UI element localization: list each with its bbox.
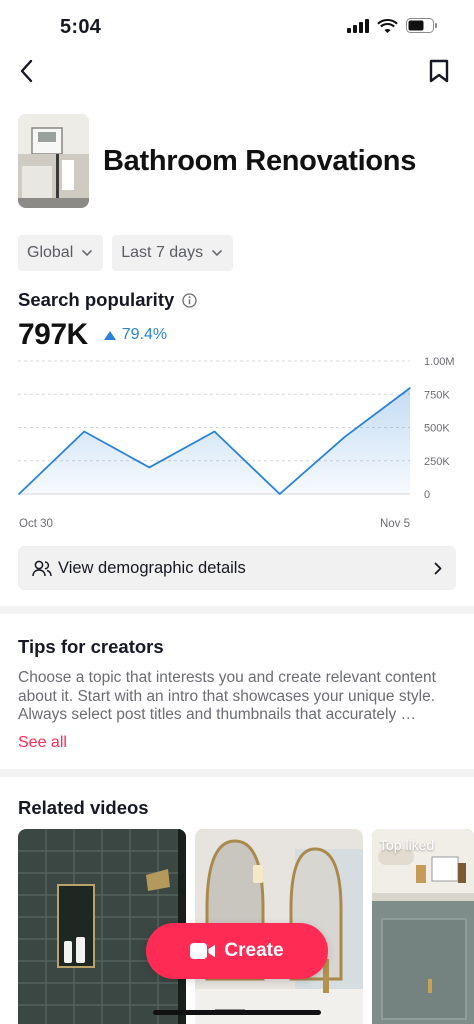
chart-data-point (83, 430, 85, 433)
region-filter-label: Global (27, 244, 74, 261)
chart-data-point (344, 436, 346, 438)
topic-thumbnail (18, 114, 89, 208)
popularity-chart: 1.00M 750K 500K 250K 0 Oct 30 Nov 5 (18, 356, 455, 530)
video-thumbnail[interactable]: Top liked (372, 829, 474, 1024)
battery-icon (406, 18, 437, 33)
y-tick-label: 500K (424, 423, 450, 435)
wifi-icon (377, 19, 398, 33)
popularity-value: 797K (18, 318, 88, 351)
date-range-filter-label: Last 7 days (121, 244, 204, 261)
top-liked-badge: Top liked (379, 837, 435, 853)
status-time: 5:04 (60, 16, 102, 38)
chart-data-point (409, 387, 411, 389)
trend-up-icon (103, 330, 116, 340)
create-button-label: Create (224, 940, 284, 961)
topic-header: Bathroom Renovations (18, 114, 416, 208)
page-title: Bathroom Renovations (103, 144, 417, 177)
y-tick-label: 250K (424, 456, 450, 468)
x-tick-label: Oct 30 (19, 518, 53, 530)
video-camera-icon (190, 943, 216, 959)
y-tick-label: 1.00M (424, 356, 455, 368)
status-icons (347, 18, 438, 33)
date-range-filter[interactable]: Last 7 days (112, 235, 234, 271)
tips-body: Choose a topic that interests you and cr… (18, 669, 436, 723)
users-icon (32, 560, 52, 576)
x-tick-label: Nov 5 (380, 518, 410, 530)
create-button[interactable]: Create (146, 923, 328, 979)
search-popularity-title: Search popularity (18, 289, 175, 310)
chevron-down-icon (82, 250, 93, 256)
bookmark-button[interactable] (424, 56, 454, 86)
info-icon[interactable] (182, 292, 197, 308)
popularity-change-value: 79.4% (121, 326, 168, 343)
chevron-down-icon (212, 250, 222, 256)
view-demographics-button[interactable]: View demographic details (18, 546, 456, 590)
popularity-metric: 797K 79.4% (18, 318, 167, 352)
search-popularity-heading: Search popularity (18, 289, 197, 311)
y-tick-label: 750K (424, 389, 450, 401)
see-all-link[interactable]: See all (18, 734, 67, 752)
chart-area (19, 388, 410, 494)
section-divider (0, 606, 474, 614)
popularity-change: 79.4% (103, 326, 168, 344)
view-demographics-label: View demographic details (58, 558, 246, 577)
home-indicator (153, 1010, 321, 1015)
chevron-right-icon (434, 562, 442, 574)
y-tick-label: 0 (424, 489, 430, 501)
back-button[interactable] (12, 56, 42, 86)
chart-data-point (278, 493, 281, 495)
filter-bar: Global Last 7 days (18, 235, 234, 271)
cellular-signal-icon (347, 18, 369, 33)
chart-data-point (213, 430, 216, 433)
tips-title: Tips for creators (18, 636, 164, 657)
section-divider (0, 769, 474, 777)
bookmark-icon (429, 59, 449, 83)
region-filter[interactable]: Global (18, 235, 104, 271)
chart-data-point (18, 493, 20, 495)
chart-data-point (148, 466, 151, 469)
related-videos-title: Related videos (18, 797, 149, 818)
chevron-left-icon (20, 59, 33, 83)
status-bar: 5:04 (0, 0, 474, 54)
